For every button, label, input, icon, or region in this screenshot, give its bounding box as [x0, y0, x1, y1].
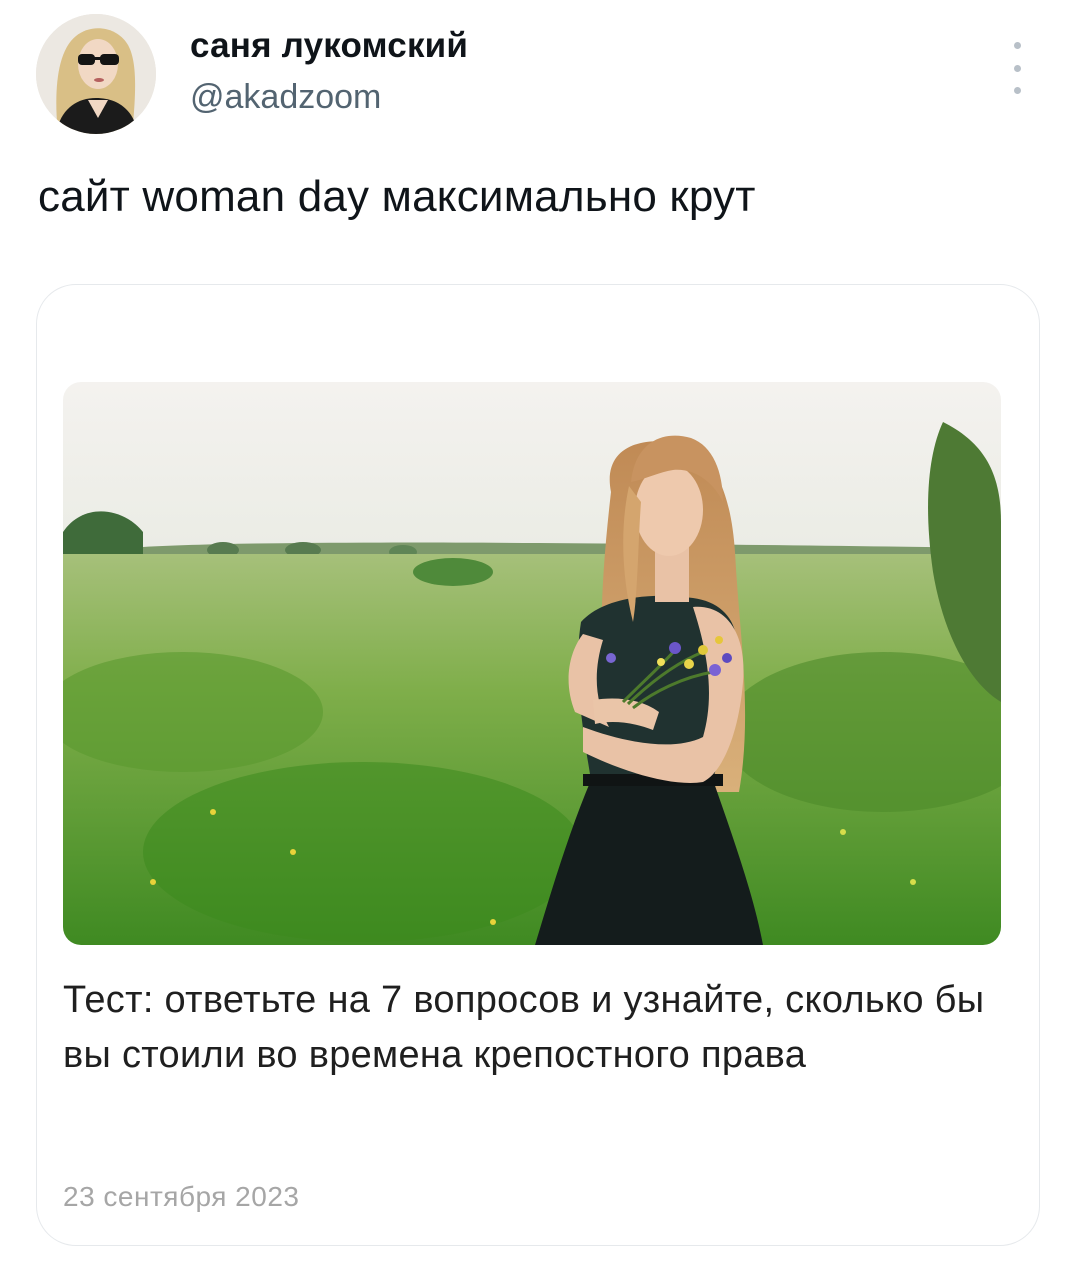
- more-vertical-icon: [1013, 42, 1021, 49]
- card-date: 23 сентября 2023: [63, 1181, 300, 1212]
- tweet-header: саня лукомский @akadzoom: [36, 14, 1036, 134]
- author-handle[interactable]: @akadzoom: [190, 78, 381, 117]
- card-photo: [63, 382, 1001, 945]
- card-image[interactable]: [63, 382, 1001, 945]
- author-name[interactable]: саня лукомский: [190, 26, 468, 66]
- avatar[interactable]: [36, 14, 156, 134]
- tweet-text: сайт woman day максимально крут: [38, 172, 756, 221]
- card-title[interactable]: Тест: ответьте на 7 вопросов и узнайте, …: [63, 973, 993, 1083]
- more-options-button[interactable]: [1002, 42, 1032, 94]
- avatar-image: [36, 14, 156, 134]
- more-vertical-icon: [1013, 64, 1021, 72]
- link-card[interactable]: Тест: ответьте на 7 вопросов и узнайте, …: [36, 284, 1040, 1246]
- more-vertical-icon: [1013, 87, 1021, 94]
